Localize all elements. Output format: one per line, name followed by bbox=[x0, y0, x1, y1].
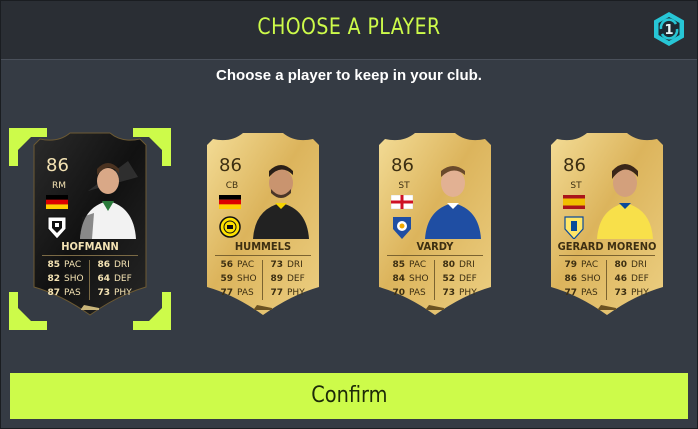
player-card-vardy[interactable]: 86 ST VARDY 85PAC 84SHO 70PAS 80DRI bbox=[373, 131, 497, 317]
card-divider bbox=[215, 255, 311, 256]
player-name: VARDY bbox=[416, 240, 454, 253]
player-card-hofmann[interactable]: 86 RM HOFMANN 85 PAC 82 SHO 87 PAS 86 DR… bbox=[28, 131, 152, 317]
confirm-button[interactable]: Confirm bbox=[10, 373, 688, 419]
villarreal-crest-icon bbox=[564, 216, 584, 239]
stat-row: 85 PAC bbox=[47, 260, 82, 270]
stat-row: 73 PHY bbox=[614, 288, 649, 298]
stat-separator bbox=[262, 260, 263, 300]
stat-row: 82 SHO bbox=[47, 274, 84, 284]
player-rating: 86 bbox=[219, 155, 242, 176]
stat-row: 79 PAC bbox=[564, 260, 599, 270]
player-name: HUMMELS bbox=[234, 240, 292, 253]
player-photo bbox=[253, 165, 309, 239]
stat-row: 73 PHY bbox=[97, 288, 132, 298]
stat-row: 84 SHO bbox=[392, 274, 429, 284]
stat-separator bbox=[434, 260, 435, 300]
player-position: ST bbox=[570, 181, 582, 191]
badge-number: 1 bbox=[664, 23, 673, 38]
germany-flag-icon bbox=[219, 195, 241, 209]
player-photo bbox=[597, 164, 653, 239]
leicester-crest-icon bbox=[393, 217, 411, 239]
boot-icon bbox=[426, 305, 444, 310]
stat-row: 80 DRI bbox=[614, 260, 647, 270]
objective-badge-icon[interactable]: 1 bbox=[651, 11, 687, 47]
confirm-label: Confirm bbox=[310, 383, 388, 408]
boot-icon bbox=[81, 305, 99, 310]
bvb-crest-icon bbox=[219, 216, 241, 238]
dialog-header: CHOOSE A PLAYER 1 bbox=[1, 1, 697, 60]
stat-separator bbox=[89, 260, 90, 300]
stat-row: 64 DEF bbox=[97, 274, 132, 284]
player-rating: 86 bbox=[563, 155, 586, 176]
boot-icon bbox=[254, 305, 272, 310]
stat-row: 73 PHY bbox=[442, 288, 477, 298]
choose-player-dialog: CHOOSE A PLAYER 1 Choose a player to kee… bbox=[0, 0, 698, 429]
stat-row: 85 PAC bbox=[392, 260, 427, 270]
player-position: CB bbox=[225, 181, 239, 191]
player-card-hummels[interactable]: 86 CB HUMMELS 56 PAC 59 SHO 77 PAS 73 DR… bbox=[201, 131, 325, 317]
stat-row: 77 PAS bbox=[220, 288, 254, 298]
dialog-title: CHOOSE A PLAYER bbox=[257, 15, 441, 40]
stat-row: 56 PAC bbox=[220, 260, 255, 270]
player-rating: 86 bbox=[391, 155, 414, 176]
stat-row: 52 DEF bbox=[442, 274, 477, 284]
england-flag-icon bbox=[391, 195, 413, 209]
stat-row: 86 DRI bbox=[97, 260, 130, 270]
stat-row: 86 SHO bbox=[564, 274, 601, 284]
player-position: RM bbox=[51, 181, 67, 191]
stat-row: 59 SHO bbox=[220, 274, 257, 284]
player-name: GERARD MORENO bbox=[557, 240, 657, 253]
stat-row: 70 PAS bbox=[392, 288, 426, 298]
dialog-subtitle: Choose a player to keep in your club. bbox=[216, 67, 482, 84]
card-divider bbox=[387, 255, 483, 256]
stat-row: 80 DRI bbox=[442, 260, 475, 270]
germany-flag-icon bbox=[46, 195, 68, 209]
stat-row: 77 PHY bbox=[270, 288, 305, 298]
spain-flag-icon bbox=[563, 195, 585, 209]
player-rating: 86 bbox=[46, 155, 69, 176]
gladbach-crest-icon bbox=[47, 216, 67, 239]
card-divider bbox=[42, 255, 138, 256]
stat-row: 73 DRI bbox=[270, 260, 303, 270]
stat-row: 89 DEF bbox=[270, 274, 305, 284]
player-card-gerard-moreno[interactable]: 86 ST GERARD MORENO 79 PAC 86 SHO 77 PAS 80… bbox=[545, 131, 669, 317]
card-divider bbox=[559, 255, 655, 256]
stat-row: 77 PAS bbox=[564, 288, 598, 298]
stat-separator bbox=[606, 260, 607, 300]
player-name: HOFMANN bbox=[61, 240, 119, 253]
stat-row: 87 PAS bbox=[47, 288, 81, 298]
player-position: ST bbox=[398, 181, 410, 191]
player-photo bbox=[425, 166, 481, 239]
stat-row: 46 DEF bbox=[614, 274, 649, 284]
boot-icon bbox=[598, 305, 616, 310]
player-photo bbox=[80, 163, 136, 239]
